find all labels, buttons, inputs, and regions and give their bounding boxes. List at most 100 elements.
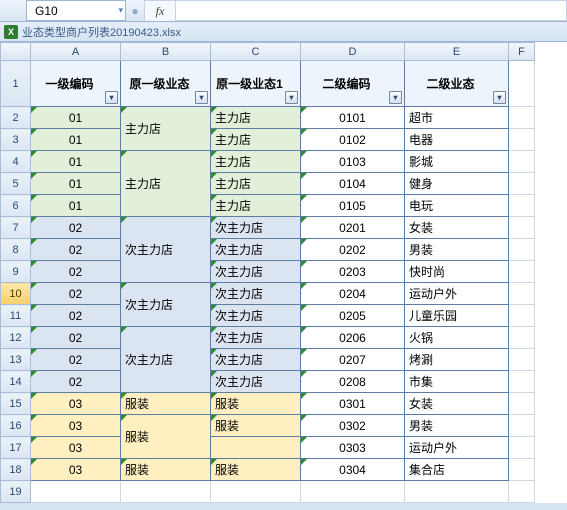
cell-cat1b[interactable]: 主力店 [211,195,301,217]
cell-code1[interactable]: 01 [31,129,121,151]
cell[interactable] [509,327,535,349]
cell-code2[interactable]: 0101 [301,107,405,129]
cell-code2[interactable]: 0202 [301,239,405,261]
cell-cat2[interactable]: 超市 [405,107,509,129]
cell-cat1b[interactable]: 服装 [211,415,301,437]
cell-code1[interactable]: 03 [31,393,121,415]
cell-code1[interactable]: 01 [31,107,121,129]
cell-cat1b[interactable]: 服装 [211,459,301,481]
cell-cat2[interactable]: 女装 [405,217,509,239]
cell-code2[interactable]: 0303 [301,437,405,459]
cell-cat2[interactable]: 快时尚 [405,261,509,283]
row-header[interactable]: 1 [1,61,31,107]
table-header-cell[interactable]: 二级业态▾ [405,61,509,107]
row-header[interactable]: 14 [1,371,31,393]
cell-cat2[interactable]: 电玩 [405,195,509,217]
cell-code2[interactable]: 0103 [301,151,405,173]
cell[interactable] [121,481,211,503]
cell[interactable] [509,61,535,107]
cell[interactable] [31,481,121,503]
cell[interactable] [509,437,535,459]
cell[interactable] [509,393,535,415]
cell-code1[interactable]: 02 [31,217,121,239]
row-header[interactable]: 11 [1,305,31,327]
cell-cat2[interactable]: 烤涮 [405,349,509,371]
cell-code1[interactable]: 03 [31,415,121,437]
cell[interactable] [211,481,301,503]
cell-code1[interactable]: 02 [31,261,121,283]
cell-cat2[interactable]: 市集 [405,371,509,393]
cell-code1[interactable]: 01 [31,195,121,217]
column-header-A[interactable]: A [31,43,121,61]
cell-code2[interactable]: 0206 [301,327,405,349]
row-header[interactable]: 15 [1,393,31,415]
row-header[interactable]: 2 [1,107,31,129]
row-header[interactable]: 7 [1,217,31,239]
cell-cat1[interactable]: 服装 [121,415,211,459]
fx-label[interactable]: fx [144,0,176,21]
cell-cat1[interactable]: 服装 [121,459,211,481]
cell-code1[interactable]: 02 [31,371,121,393]
cell-cat2[interactable]: 男装 [405,415,509,437]
cell-code2[interactable]: 0205 [301,305,405,327]
row-header[interactable]: 9 [1,261,31,283]
cell-code1[interactable]: 02 [31,239,121,261]
cell-cat2[interactable]: 运动户外 [405,437,509,459]
cell-code2[interactable]: 0105 [301,195,405,217]
row-header[interactable]: 8 [1,239,31,261]
row-header[interactable]: 17 [1,437,31,459]
cell-cat1b[interactable]: 次主力店 [211,305,301,327]
row-header[interactable]: 3 [1,129,31,151]
cell-cat2[interactable]: 电器 [405,129,509,151]
cell-cat1b[interactable]: 次主力店 [211,327,301,349]
cell-cat1b[interactable]: 服装 [211,393,301,415]
row-header[interactable]: 13 [1,349,31,371]
cell[interactable] [509,261,535,283]
cell-cat1b[interactable]: 次主力店 [211,217,301,239]
cell[interactable] [509,173,535,195]
cell[interactable] [301,481,405,503]
cell-cat1b[interactable]: 次主力店 [211,283,301,305]
cell-cat1[interactable]: 服装 [121,393,211,415]
cell-code2[interactable]: 0201 [301,217,405,239]
cell-cat1b[interactable]: 主力店 [211,173,301,195]
cell-cat1b[interactable] [211,437,301,459]
cell[interactable] [509,195,535,217]
cell-code1[interactable]: 03 [31,437,121,459]
cell-cat1b[interactable]: 次主力店 [211,349,301,371]
cell-cat1b[interactable]: 次主力店 [211,239,301,261]
cell-code2[interactable]: 0208 [301,371,405,393]
cell-cat1[interactable]: 主力店 [121,107,211,151]
cell-cat2[interactable]: 运动户外 [405,283,509,305]
filter-button[interactable]: ▾ [493,91,506,104]
column-header-E[interactable]: E [405,43,509,61]
cell-code1[interactable]: 01 [31,173,121,195]
cell[interactable] [509,349,535,371]
cell-code2[interactable]: 0203 [301,261,405,283]
cell-cat1b[interactable]: 次主力店 [211,371,301,393]
name-box[interactable]: G10 ▾ [26,0,126,21]
row-header[interactable]: 6 [1,195,31,217]
cell-code2[interactable]: 0102 [301,129,405,151]
cell-cat1[interactable]: 次主力店 [121,283,211,327]
cell-cat2[interactable]: 集合店 [405,459,509,481]
cell-code1[interactable]: 02 [31,349,121,371]
table-header-cell[interactable]: 原一级业态1▾ [211,61,301,107]
cell-code2[interactable]: 0204 [301,283,405,305]
cell-code1[interactable]: 03 [31,459,121,481]
formula-input[interactable] [176,0,567,21]
grid[interactable]: ABCDEF1一级编码▾原一级业态▾原一级业态1▾二级编码▾二级业态▾201主力… [0,42,535,503]
row-header[interactable]: 18 [1,459,31,481]
cell-cat2[interactable]: 火锅 [405,327,509,349]
column-header-C[interactable]: C [211,43,301,61]
cell-cat1b[interactable]: 主力店 [211,151,301,173]
cell-code2[interactable]: 0304 [301,459,405,481]
name-box-dropdown-icon[interactable]: ▾ [118,5,123,16]
cell[interactable] [509,283,535,305]
cell[interactable] [509,481,535,503]
cell[interactable] [509,415,535,437]
cell-code1[interactable]: 02 [31,327,121,349]
row-header[interactable]: 5 [1,173,31,195]
cell-code1[interactable]: 01 [31,151,121,173]
cell-code2[interactable]: 0104 [301,173,405,195]
